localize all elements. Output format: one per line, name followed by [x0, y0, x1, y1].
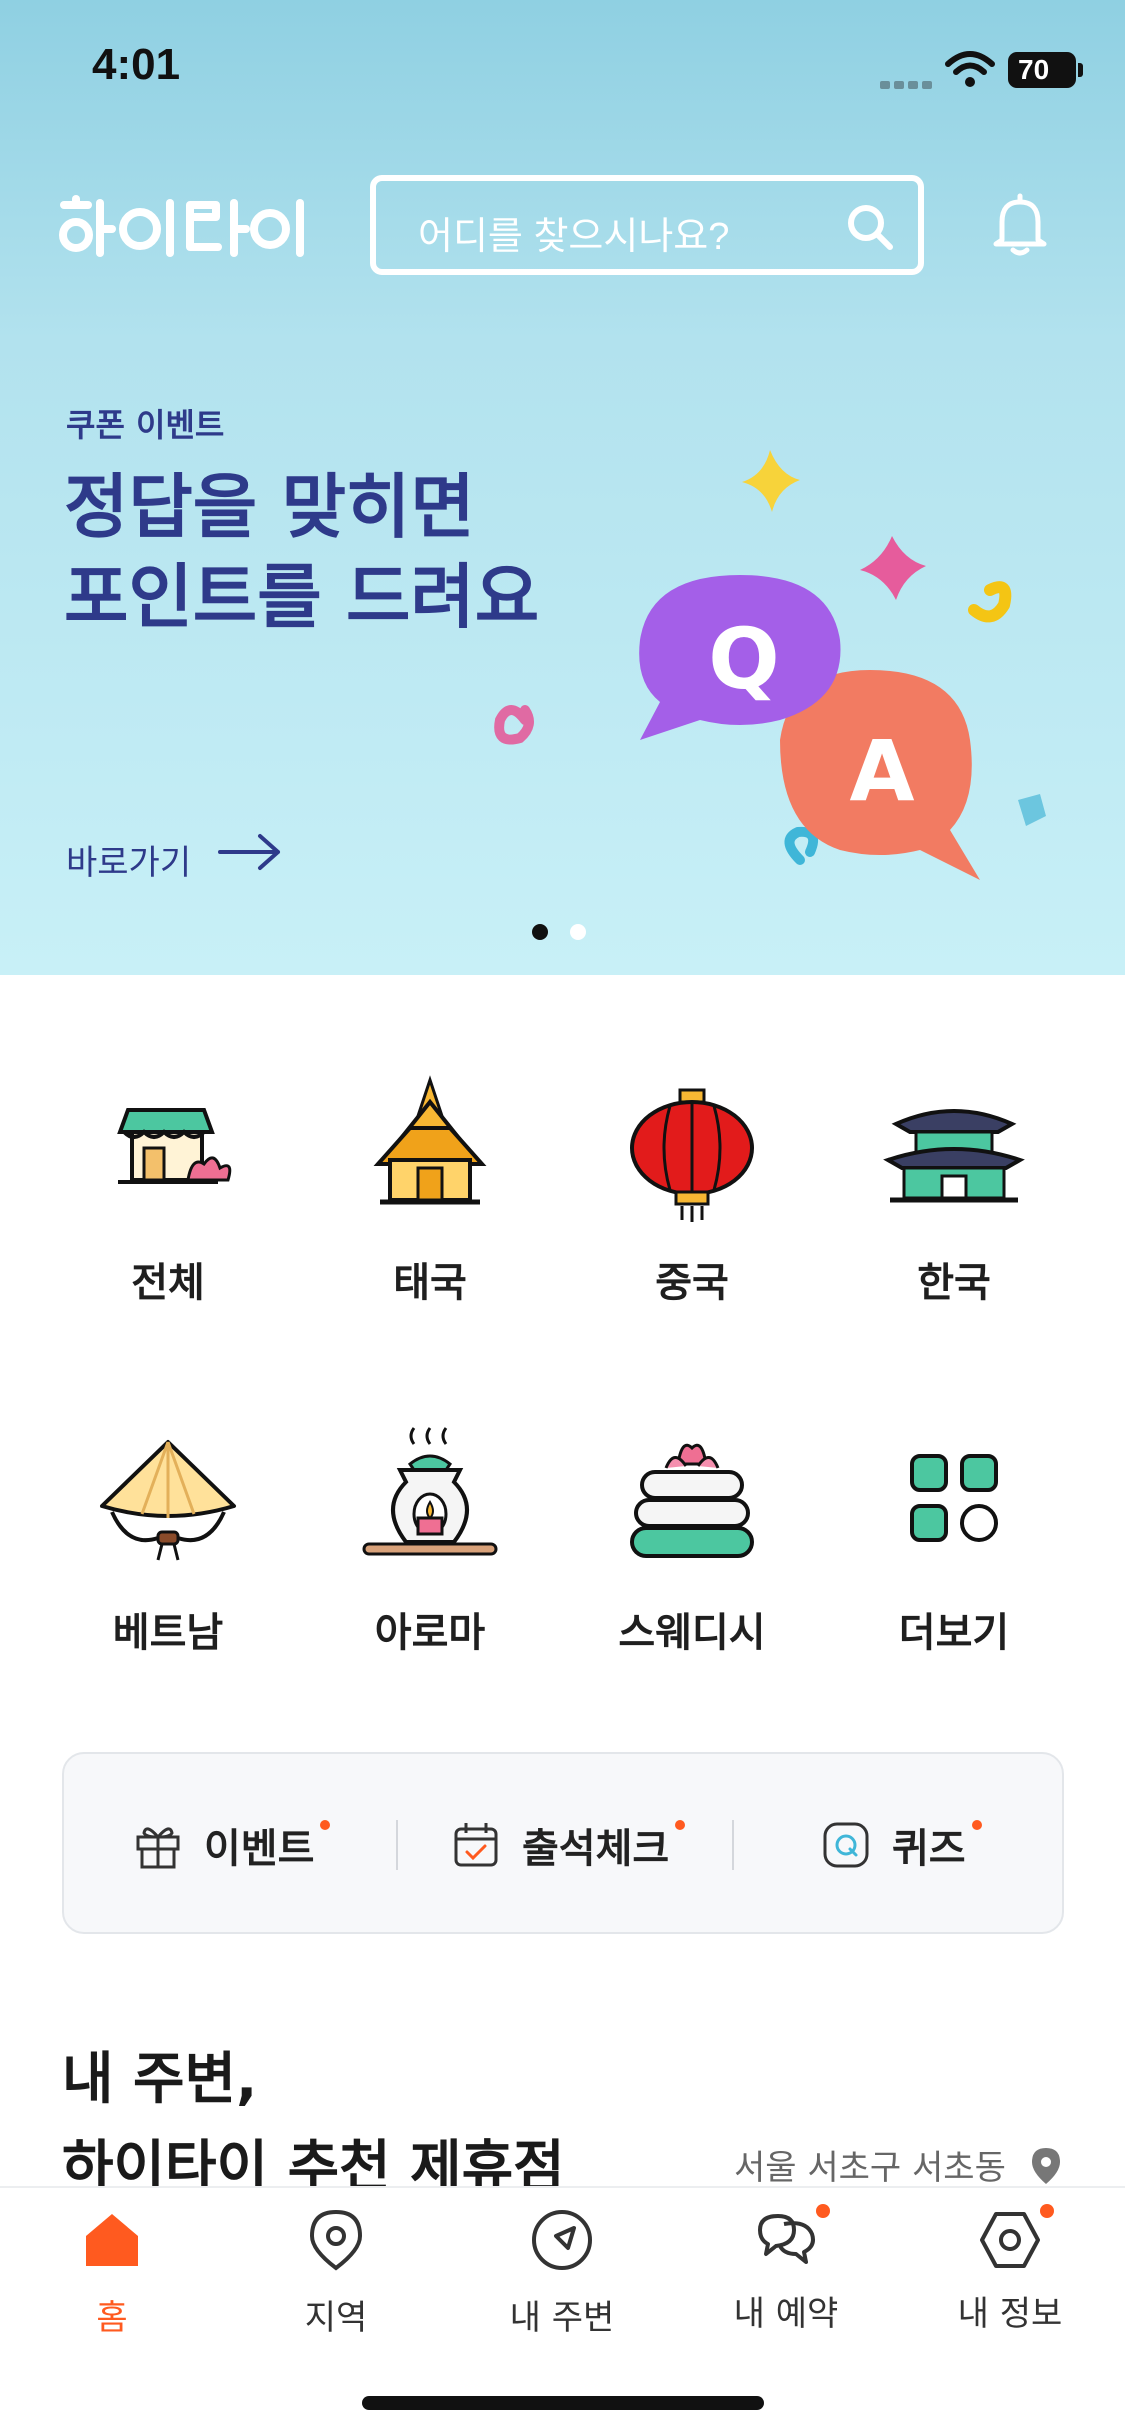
shortcut-label: 이벤트 [204, 1826, 315, 1872]
korean-palace-icon [883, 1109, 1025, 1203]
category-swedish[interactable]: 스웨디시 [592, 1418, 792, 1658]
conical-hat-icon [100, 1440, 236, 1561]
attendance-shortcut-button[interactable]: 출석체크 [450, 1754, 686, 1936]
calendar-check-icon [454, 1823, 498, 1867]
bubble-letter-q: Q [708, 610, 779, 708]
event-shortcut-button[interactable]: 이벤트 [132, 1754, 331, 1936]
category-label: 스웨디시 [618, 1610, 766, 1656]
notification-bell-icon[interactable] [992, 192, 1048, 256]
category-label: 태국 [393, 1260, 467, 1306]
home-indicator[interactable] [362, 2396, 764, 2410]
profile-icon-wrap [978, 2204, 1054, 2272]
category-more[interactable]: 더보기 [854, 1418, 1054, 1658]
category-all[interactable]: 전체 [68, 1068, 268, 1308]
search-icon[interactable] [846, 203, 894, 251]
map-pin-icon [309, 2209, 363, 2271]
category-label: 더보기 [898, 1610, 1010, 1656]
tab-label: 내 정보 [957, 2294, 1063, 2334]
banner-pagination[interactable] [532, 924, 596, 944]
category-label: 중국 [655, 1260, 729, 1306]
quiz-icon [823, 1822, 869, 1868]
quiz-shortcut-button[interactable]: 퀴즈 [820, 1754, 982, 1936]
hero-banner[interactable]: 4:01 70 어디를 찾으시나요? 쿠폰 이벤트 정답을 맞히면 포인트를 드… [0, 0, 1125, 975]
aroma-burner-icon [362, 1427, 498, 1556]
category-label: 한국 [917, 1260, 991, 1306]
new-badge-dot [971, 1820, 982, 1830]
arrow-right-icon[interactable] [218, 832, 284, 872]
tab-label: 내 예약 [733, 2294, 839, 2334]
divider [732, 1820, 734, 1870]
divider [396, 1820, 398, 1870]
gift-icon [136, 1827, 180, 1869]
tab-badge-dot [816, 2204, 830, 2218]
tab-home[interactable]: 홈 [12, 2208, 212, 2339]
reservation-icon-wrap [754, 2204, 830, 2272]
banner-headline: 정답을 맞히면 포인트를 드려요 [64, 466, 540, 638]
category-china[interactable]: 중국 [592, 1068, 792, 1308]
wifi-icon [945, 51, 995, 87]
tab-label: 지역 [304, 2298, 368, 2338]
tab-badge-dot [1040, 2204, 1054, 2218]
banner-kicker: 쿠폰 이벤트 [66, 406, 225, 444]
tab-label: 내 주변 [509, 2298, 615, 2338]
status-time: 4:01 [92, 40, 181, 89]
tab-reservations[interactable]: 내 예약 [686, 2204, 886, 2335]
chinese-lantern-icon [630, 1088, 754, 1222]
status-bar: 4:01 70 [0, 0, 1125, 140]
tab-my-info[interactable]: 내 정보 [910, 2204, 1110, 2335]
current-location-button[interactable]: 서울 서초구 서초동 [734, 2140, 1006, 2189]
home-icon [86, 2214, 138, 2266]
category-label: 베트남 [112, 1610, 224, 1656]
category-aroma[interactable]: 아로마 [330, 1418, 530, 1658]
pagination-dot[interactable] [570, 924, 586, 940]
battery-indicator: 70 [1008, 52, 1076, 88]
navigation-icon [532, 2210, 592, 2270]
shortcut-label: 출석체크 [522, 1826, 670, 1872]
pagination-dot-active[interactable] [532, 924, 548, 940]
shortcut-bar: 이벤트 출석체크 퀴즈 [62, 1752, 1064, 1934]
shop-lotus-icon [117, 1108, 232, 1184]
tab-nearby[interactable]: 내 주변 [462, 2208, 662, 2339]
cellular-signal-icon [880, 74, 936, 89]
shortcut-label: 퀴즈 [892, 1826, 966, 1872]
new-badge-dot [320, 1820, 331, 1830]
category-label: 아로마 [374, 1610, 486, 1656]
qa-speech-bubbles-illustration: A Q [494, 450, 1046, 880]
towel-lotus-icon [630, 1443, 754, 1558]
category-korea[interactable]: 한국 [854, 1068, 1054, 1308]
profile-hexagon-icon [980, 2212, 1040, 2268]
search-placeholder: 어디를 찾으시나요? [418, 216, 730, 258]
category-vietnam[interactable]: 베트남 [68, 1418, 268, 1658]
new-badge-dot [675, 1820, 686, 1830]
grid-more-icon [910, 1454, 998, 1542]
category-thailand[interactable]: 태국 [330, 1068, 530, 1308]
location-pin-icon[interactable] [1030, 2146, 1062, 2186]
tab-label: 홈 [96, 2298, 128, 2338]
reservation-icon [758, 2214, 815, 2264]
tab-region[interactable]: 지역 [236, 2208, 436, 2339]
category-label: 전체 [131, 1260, 205, 1306]
bubble-letter-a: A [849, 722, 914, 820]
battery-nub [1078, 63, 1083, 77]
thai-temple-icon [373, 1075, 487, 1205]
app-logo[interactable] [58, 195, 308, 259]
search-input[interactable]: 어디를 찾으시나요? [370, 175, 924, 275]
banner-cta-button[interactable]: 바로가기 [66, 835, 191, 884]
